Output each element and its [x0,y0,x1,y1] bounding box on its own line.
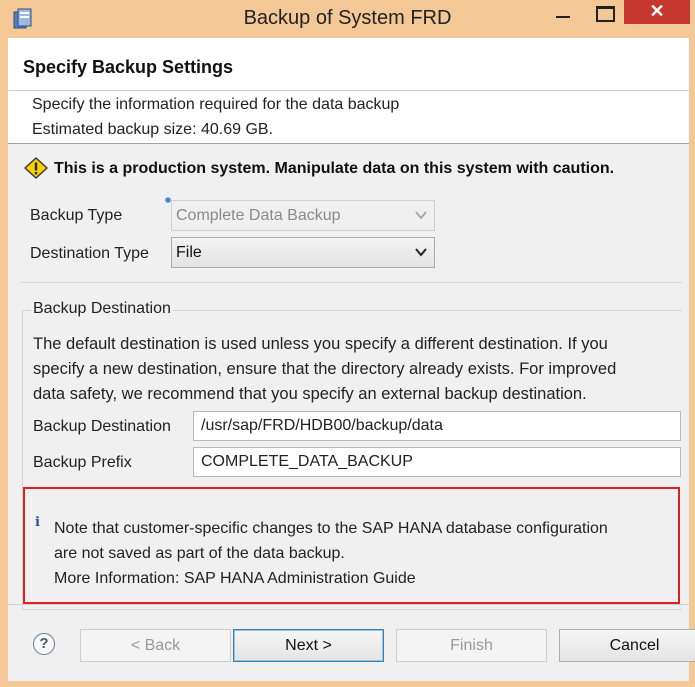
destination-help-line-3: data safety, we recommend that you speci… [33,385,587,403]
minimize-button[interactable] [547,0,579,26]
help-button[interactable]: ? [33,633,55,655]
destination-type-label: Destination Type [30,245,149,262]
close-button[interactable]: ✕ [624,0,690,24]
backup-type-value: Complete Data Backup [176,207,341,224]
backup-destination-label: Backup Destination [33,418,171,435]
backup-prefix-input[interactable]: COMPLETE_DATA_BACKUP [193,447,681,477]
production-warning: This is a production system. Manipulate … [54,160,615,177]
backup-prefix-label: Backup Prefix [33,454,132,471]
note-more-info: More Information: SAP HANA Administratio… [54,570,416,587]
destination-type-value: File [176,244,202,261]
info-icon: i [35,515,40,530]
button-bar-divider [8,604,689,605]
warning-icon [24,157,48,179]
title-bar[interactable]: Backup of System FRD ✕ [0,0,695,38]
note-line-2: are not saved as part of the data backup… [54,545,345,562]
page-title: Specify Backup Settings [23,57,234,77]
chevron-down-icon [415,211,427,220]
dialog-client: Specify Backup Settings Specify the info… [8,38,695,681]
cancel-button[interactable]: Cancel [559,629,695,662]
note-line-1: Note that customer-specific changes to t… [54,520,608,537]
dialog-window: Backup of System FRD ✕ Specify Backup Se… [0,0,695,687]
backup-type-label: Backup Type [30,207,123,224]
chevron-down-icon [415,248,427,257]
header-bottom-divider [8,143,689,144]
header-divider [8,90,689,91]
section-divider [20,282,682,283]
estimated-size: Estimated backup size: 40.69 GB. [32,121,274,138]
backup-destination-group-title: Backup Destination [31,300,173,318]
backup-destination-input[interactable]: /usr/sap/FRD/HDB00/backup/data [193,411,681,441]
finish-button[interactable]: Finish [396,629,547,662]
back-button[interactable]: < Back [80,629,231,662]
destination-help-line-1: The default destination is used unless y… [33,335,608,353]
page-description: Specify the information required for the… [32,96,400,113]
wizard-header: Specify Backup Settings Specify the info… [8,38,689,144]
next-button[interactable]: Next > [233,629,384,662]
maximize-button[interactable] [588,0,620,26]
backup-type-select: Complete Data Backup [171,200,435,231]
destination-help-line-2: specify a new destination, ensure that t… [33,360,617,378]
destination-type-select[interactable]: File [171,237,435,268]
